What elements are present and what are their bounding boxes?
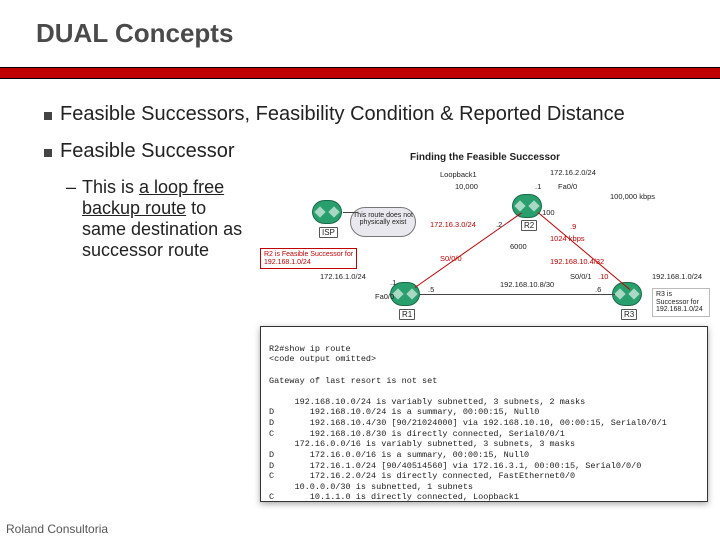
label-loopback: Loopback1 [440,170,477,179]
if-s000: S0/0/0 [440,254,462,263]
subbullet-text: This is a loop free backup route to same… [82,177,254,261]
cli-omitted: <code output omitted> [269,354,376,364]
cli-l1: 192.168.10.0/24 is variably subnetted, 3… [269,397,585,407]
if-dot1-a: .1 [535,182,541,191]
cli-l9: 10.0.0.0/30 is subnetted, 1 subnets [269,482,473,492]
link-r1-r3 [420,294,615,295]
label-bw-100000: 100,000 kbps [610,192,655,201]
if-fa00-a: Fa0/0 [558,182,577,191]
page-title: DUAL Concepts [0,0,720,49]
if-dot2: .2 [496,220,502,229]
if-dot9: .9 [570,222,576,231]
cli-gateway: Gateway of last resort is not set [269,376,437,386]
router-isp [312,200,342,224]
sub-prefix: This is [82,177,139,197]
label-net-right-a: 192.168.1.0/24 [652,272,702,281]
cloud-not-physical: This route does not physically exist [350,207,416,237]
anno-r1-feasible: R2 is Feasible Successor for 192.168.1.0… [260,248,357,269]
label-net-10432: 192.168.10.4/32 [550,257,604,266]
cli-cmd: R2#show ip route [269,344,351,354]
bullet-b-text: Feasible Successor [60,140,235,163]
label-loopback-net: 172.16.2.0/24 [550,168,596,177]
bullet-a-text: Feasible Successors, Feasibility Conditi… [60,103,625,126]
label-bw-10000: 10,000 [455,182,478,191]
router-r1-label: R1 [399,309,415,320]
router-isp-label: ISP [319,227,338,238]
bullet-feasible-successor: Feasible Successor [44,140,254,163]
cli-l3: D 192.168.10.4/30 [90/21024000] via 192.… [269,418,667,428]
anno-r3-line1: R3 is Successor for [656,291,706,306]
if-s001: S0/0/1 [570,272,592,281]
subbullet-loop-free: – This is a loop free backup route to sa… [66,177,254,261]
cli-l7: D 172.16.1.0/24 [90/40514560] via 172.16… [269,461,641,471]
accent-bar [0,67,720,79]
if-dot6: .6 [595,285,601,294]
footer-brand: Roland Consultoria [6,522,108,536]
anno-r3-line2: 192.168.1.0/24 [656,306,706,314]
bullet-square-icon [44,112,52,120]
diagram-title: Finding the Feasible Successor [410,152,560,163]
cli-output: R2#show ip route <code output omitted> G… [260,326,708,502]
label-bw-1024: 1024 kbps [550,234,585,243]
dash-icon: – [66,177,76,198]
link-isp-cloud [343,212,358,213]
cli-l6: D 172.16.0.0/16 is a summary, 00:00:15, … [269,450,529,460]
label-net-left: 172.16.1.0/24 [320,272,366,281]
bullet-square-icon [44,149,52,157]
cli-l10: C 10.1.1.0 is directly connected, Loopba… [269,492,519,502]
network-diagram: Finding the Feasible Successor Loopback1… [260,152,710,322]
cli-l8: C 172.16.2.0/24 is directly connected, F… [269,471,575,481]
label-net-top: 172.16.3.0/24 [430,220,476,229]
if-dot10: .10 [598,272,608,281]
router-r2-label: R2 [521,220,537,231]
label-net-right-b: 192.168.10.8/30 [500,280,554,289]
anno-r1-line1: R2 is Feasible Successor for [264,251,353,259]
if-fa00-b: Fa0/0 [375,292,394,301]
anno-r1-line2: 192.168.1.0/24 [264,259,353,267]
label-bw-6000: 6000 [510,242,527,251]
anno-r3-successor: R3 is Successor for 192.168.1.0/24 [652,288,710,317]
cli-l5: 172.16.0.0/16 is variably subnetted, 3 s… [269,439,575,449]
cli-l2: D 192.168.10.0/24 is a summary, 00:00:15… [269,407,539,417]
if-dot1-b: .1 [390,278,396,287]
bullet-feasible-successors: Feasible Successors, Feasibility Conditi… [44,103,692,126]
if-dot100: .100 [540,208,555,217]
cli-l4: C 192.168.10.8/30 is directly connected,… [269,429,565,439]
if-dot5: .5 [428,285,434,294]
router-r3-label: R3 [621,309,637,320]
